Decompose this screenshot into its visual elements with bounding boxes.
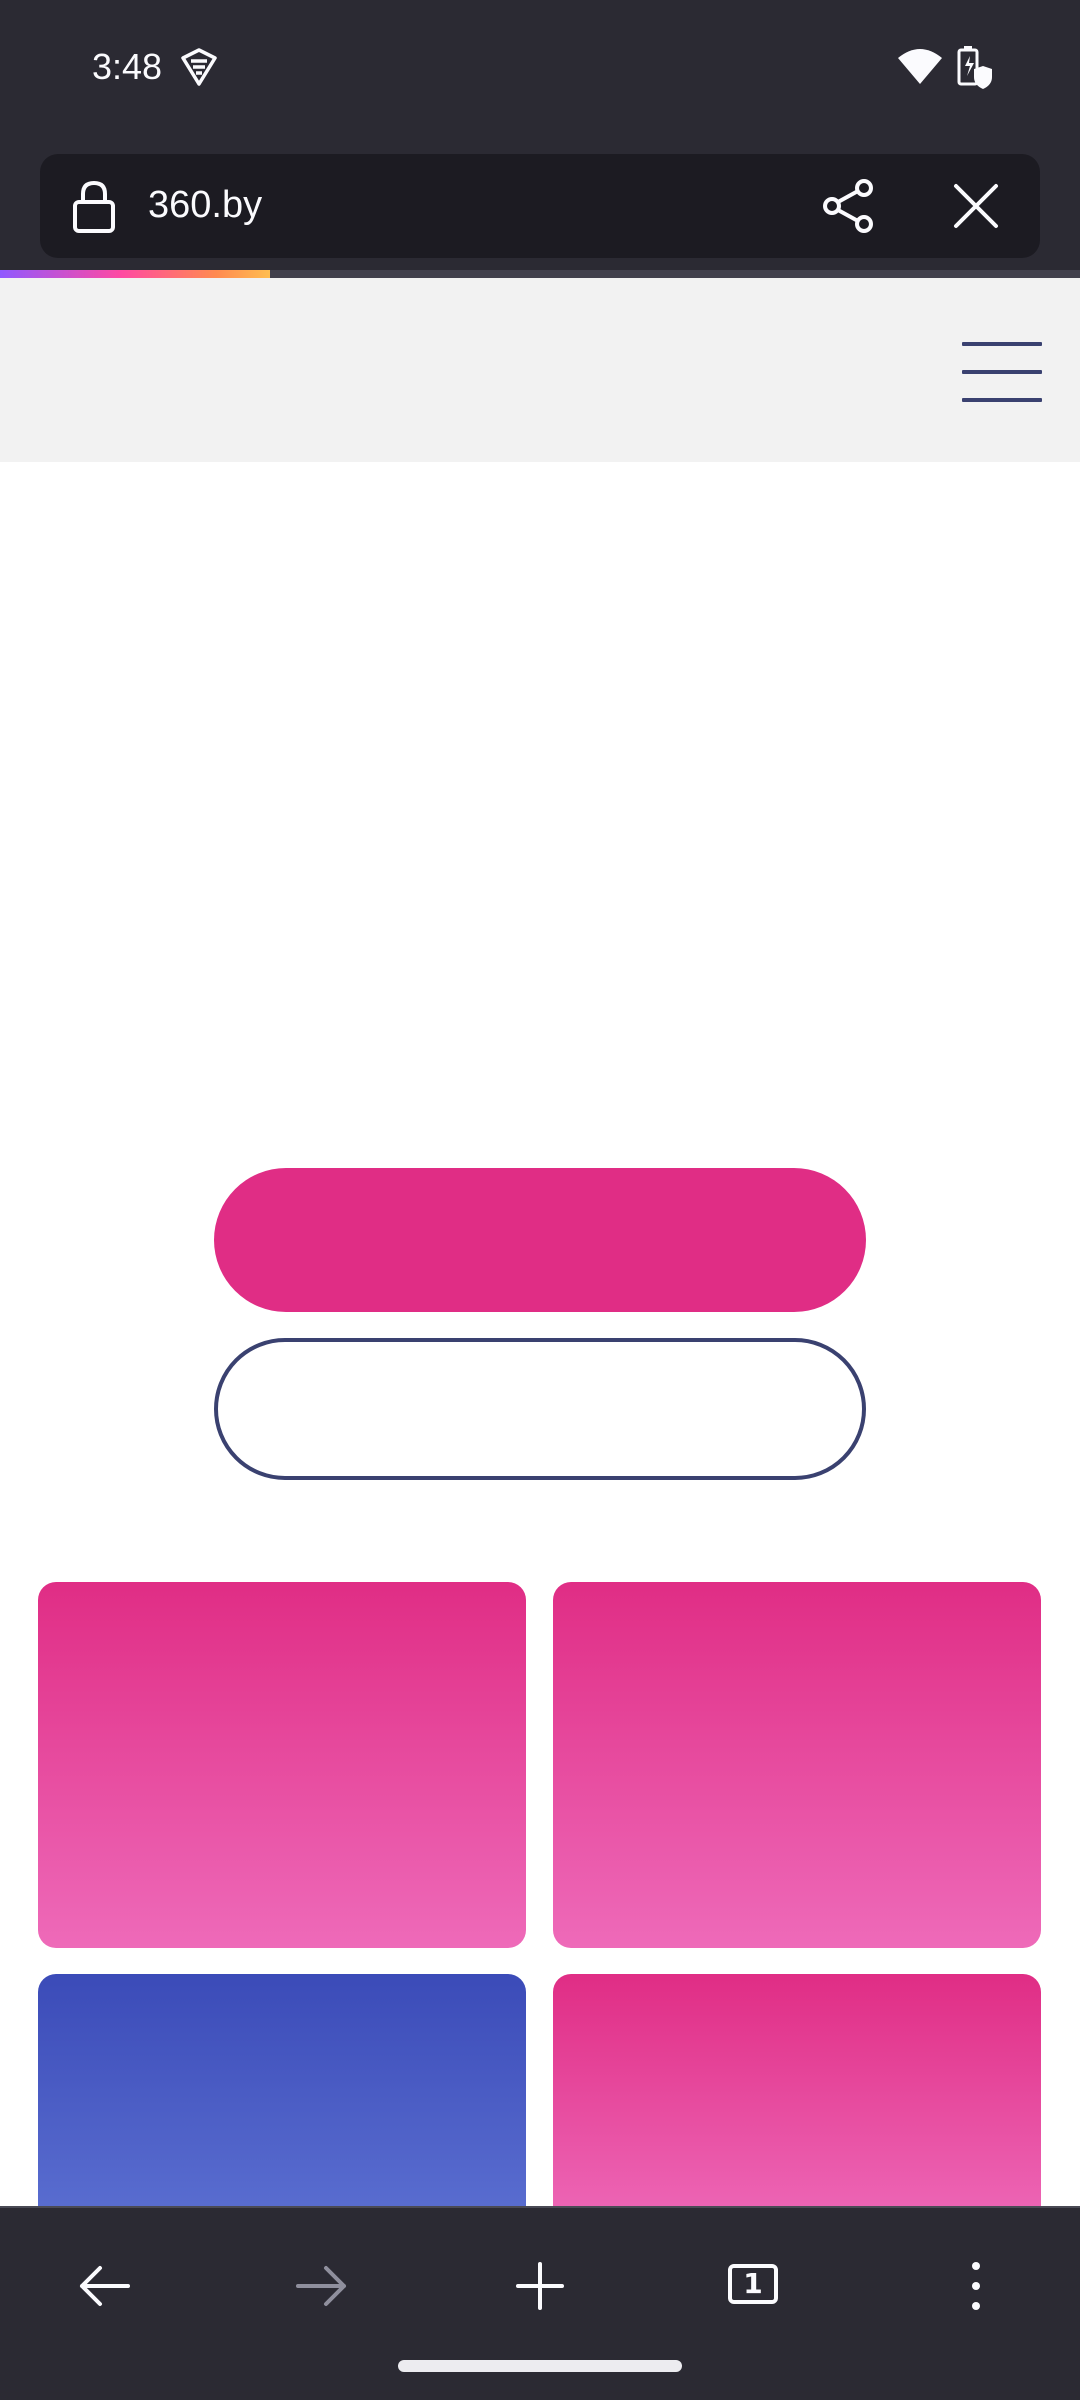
site-header [0, 278, 1080, 462]
wifi-icon [898, 49, 942, 84]
back-arrow-icon [80, 2266, 130, 2306]
gesture-handle[interactable] [398, 2360, 682, 2372]
category-card[interactable] [553, 1974, 1041, 2234]
page-load-progress [0, 270, 1080, 278]
page-load-progress-fill [0, 270, 270, 278]
plus-icon [516, 2262, 564, 2310]
lock-icon[interactable] [72, 180, 116, 234]
url-bar[interactable]: 360.by [40, 154, 1040, 258]
more-vertical-icon [972, 2262, 980, 2310]
battery-charging-icon [957, 46, 992, 89]
new-tab-button[interactable] [504, 2250, 576, 2322]
more-menu-button[interactable] [940, 2250, 1012, 2322]
status-time: 3:48 [92, 46, 163, 87]
browser-toolbar: 360.by [0, 140, 1080, 270]
tabs-button[interactable]: 1 [720, 2250, 792, 2322]
vpn-key-icon [181, 48, 217, 86]
category-card[interactable] [38, 1974, 526, 2234]
tabs-icon: 1 [728, 2264, 778, 2304]
close-icon[interactable] [950, 180, 1002, 232]
url-text[interactable]: 360.by [148, 184, 262, 227]
back-button[interactable] [68, 2250, 140, 2322]
hamburger-menu-icon[interactable] [962, 342, 1042, 402]
forward-button[interactable] [286, 2250, 358, 2322]
category-card[interactable] [38, 1582, 526, 1948]
forward-arrow-icon [296, 2266, 346, 2306]
secondary-action-button[interactable] [214, 1338, 866, 1480]
category-card[interactable] [553, 1582, 1041, 1948]
share-icon[interactable] [820, 178, 876, 234]
status-bar: 3:48 [0, 0, 1080, 140]
primary-action-button[interactable] [214, 1168, 866, 1312]
